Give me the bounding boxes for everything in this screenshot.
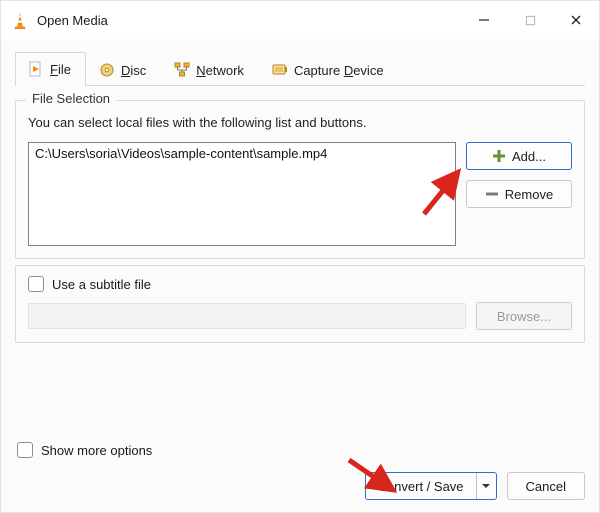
dialog-body: File Disc Network	[1, 39, 599, 420]
browse-subtitle-button: Browse...	[476, 302, 572, 330]
file-list-item[interactable]: C:\Users\soria\Videos\sample-content\sam…	[33, 145, 451, 163]
use-subtitle-label: Use a subtitle file	[52, 277, 151, 292]
titlebar: Open Media	[1, 1, 599, 39]
capture-icon	[272, 62, 288, 78]
tab-network[interactable]: Network	[161, 53, 259, 86]
subtitle-group: Use a subtitle file Browse...	[15, 265, 585, 343]
minimize-button[interactable]	[461, 1, 507, 39]
media-tabs: File Disc Network	[15, 51, 585, 86]
tab-capture-device[interactable]: Capture Device	[259, 53, 399, 86]
file-icon	[28, 61, 44, 77]
convert-save-dropdown[interactable]	[476, 473, 496, 499]
maximize-button[interactable]	[507, 1, 553, 39]
use-subtitle-checkbox[interactable]	[28, 276, 44, 292]
tab-disc[interactable]: Disc	[86, 53, 161, 86]
chevron-down-icon	[481, 481, 491, 491]
disc-icon	[99, 62, 115, 78]
minus-icon	[485, 187, 499, 201]
plus-icon	[492, 149, 506, 163]
file-selection-title: File Selection	[26, 91, 116, 106]
open-media-dialog: Open Media File	[0, 0, 600, 513]
tab-file[interactable]: File	[15, 52, 86, 86]
window-title: Open Media	[37, 13, 108, 28]
add-button[interactable]: Add...	[466, 142, 572, 170]
cancel-button[interactable]: Cancel	[507, 472, 585, 500]
file-list[interactable]: C:\Users\soria\Videos\sample-content\sam…	[28, 142, 456, 246]
file-selection-group: File Selection You can select local file…	[15, 100, 585, 259]
close-button[interactable]	[553, 1, 599, 39]
remove-button[interactable]: Remove	[466, 180, 572, 208]
bottom-bar: Show more options Convert / Save Cancel	[1, 420, 599, 512]
subtitle-path-input	[28, 303, 466, 329]
show-more-options-checkbox[interactable]	[17, 442, 33, 458]
network-icon	[174, 62, 190, 78]
show-more-options-label: Show more options	[41, 443, 152, 458]
convert-save-button[interactable]: Convert / Save	[365, 472, 497, 500]
file-selection-hint: You can select local files with the foll…	[28, 115, 572, 130]
vlc-cone-icon	[11, 11, 29, 29]
